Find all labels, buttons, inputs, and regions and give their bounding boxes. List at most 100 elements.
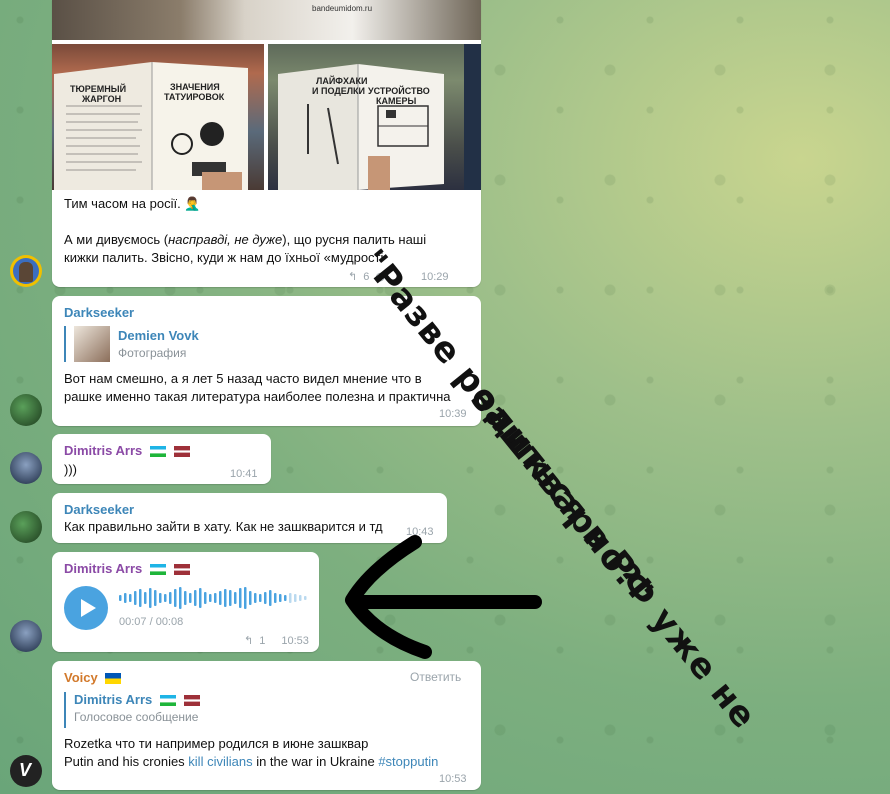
book-title-2: ЖАРГОН xyxy=(82,94,122,104)
sender-name[interactable]: Dimitris Arrs xyxy=(64,443,190,458)
waveform-bar xyxy=(224,589,227,607)
waveform-bar xyxy=(274,593,277,603)
waveform-bar xyxy=(209,594,212,602)
waveform-bar xyxy=(229,590,232,606)
message-text-line: Rozetka что ти например родился в июне з… xyxy=(64,736,369,751)
waveform-bar xyxy=(284,595,287,601)
waveform-bar xyxy=(279,594,282,602)
avatar[interactable]: V xyxy=(10,755,42,787)
message-text-line: кижки палить. Звісно, куди ж нам до їхнь… xyxy=(64,250,384,265)
waveform-bar xyxy=(239,588,242,608)
sender-name[interactable]: Darkseeker xyxy=(64,305,134,320)
waveform-bar xyxy=(184,591,187,605)
avatar[interactable] xyxy=(10,452,42,484)
waveform-bar xyxy=(169,592,172,604)
italic-text: насправді, не дуже xyxy=(168,232,283,247)
book-title-8: КАМЕРЫ xyxy=(376,96,417,106)
voice-duration: 00:07 / 00:08 xyxy=(119,616,184,628)
message-voice[interactable]: Dimitris Arrs 00:07 / 00:08 ↰ 1 10:53 xyxy=(52,552,319,652)
reply-author: Demien Vovk xyxy=(118,328,199,343)
uzbekistan-flag-icon xyxy=(159,695,176,707)
reply-author-label: Dimitris Arrs xyxy=(74,692,153,707)
avatar[interactable] xyxy=(10,511,42,543)
reply-author: Dimitris Arrs xyxy=(74,692,200,707)
hashtag-link[interactable]: #stopputin xyxy=(378,754,438,769)
text-part: in the war in Ukraine xyxy=(252,754,379,769)
message-album[interactable]: bandeumidom.ru ТЮРЕМНЫЙ ЖАРГОН ЗНАЧЕНИЯ … xyxy=(52,0,481,287)
reply-action-button[interactable]: Ответить xyxy=(410,670,461,684)
message-text-line: Putin and his cronies kill civilians in … xyxy=(64,752,438,772)
waveform-bar xyxy=(299,595,302,601)
waveform-bar xyxy=(289,593,292,603)
waveform-bar xyxy=(164,594,167,602)
waveform-bar xyxy=(264,592,267,604)
latvia-flag-icon xyxy=(183,695,200,707)
waveform-bar xyxy=(149,588,152,608)
waveform-bar xyxy=(134,591,137,605)
text-part: ), що русня палить наші xyxy=(282,232,427,247)
message-text-line: Вот нам смешно, а я лет 5 назад часто ви… xyxy=(64,371,422,386)
drawn-arrow-overlay xyxy=(345,535,542,659)
ukraine-flag-icon xyxy=(105,673,122,685)
sender-name[interactable]: Darkseeker xyxy=(64,502,134,517)
book-title-6: И ПОДЕЛКИ xyxy=(312,86,366,96)
message-time: 10:53 xyxy=(439,773,467,785)
waveform-bar xyxy=(204,592,207,604)
waveform-bar xyxy=(269,590,272,606)
book-illustration-left xyxy=(54,62,248,190)
waveform-bar xyxy=(194,590,197,606)
album-photo-right[interactable]: ЛАЙФХАКИ И ПОДЕЛКИ УСТРОЙСТВО КАМЕРЫ xyxy=(268,44,481,190)
sender-name[interactable]: Voicy xyxy=(64,670,122,685)
sender-name[interactable]: Dimitris Arrs xyxy=(64,561,190,576)
play-button[interactable] xyxy=(64,586,108,630)
waveform-bar xyxy=(119,595,122,601)
latvia-flag-icon xyxy=(173,446,190,458)
photo-banner-text: bandeumidom.ru xyxy=(312,4,373,13)
message-bot[interactable]: Voicy Ответить Dimitris Arrs Голосовое с… xyxy=(52,661,481,790)
book-illustration-right xyxy=(278,44,481,190)
waveform-bar xyxy=(249,591,252,605)
reply-subtitle: Фотография xyxy=(118,346,187,360)
waveform-bar xyxy=(174,589,177,607)
avatar[interactable] xyxy=(10,620,42,652)
voice-waveform[interactable] xyxy=(119,586,309,610)
book-title-5: ЛАЙФХАКИ xyxy=(316,76,368,86)
waveform-bar xyxy=(129,594,132,602)
sender-label: Voicy xyxy=(64,670,98,685)
album-photo-left[interactable]: ТЮРЕМНЫЙ ЖАРГОН ЗНАЧЕНИЯ ТАТУИРОВОК xyxy=(52,44,264,190)
waveform-bar xyxy=(294,594,297,602)
reply-arrow-icon[interactable]: ↰ xyxy=(244,634,253,647)
link-kill-civilians[interactable]: kill civilians xyxy=(188,754,252,769)
book-title-4: ТАТУИРОВОК xyxy=(164,92,225,102)
message-time: 10:41 xyxy=(230,468,258,480)
waveform-bar xyxy=(154,590,157,606)
latvia-flag-icon xyxy=(173,564,190,576)
waveform-bar xyxy=(199,588,202,608)
text-part: А ми дивуємось ( xyxy=(64,232,169,247)
message-text-line: А ми дивуємось (насправді, не дуже), що … xyxy=(64,230,426,250)
message-time: 10:53 xyxy=(281,634,309,647)
waveform-bar xyxy=(244,587,247,609)
waveform-bar xyxy=(259,594,262,602)
waveform-bar xyxy=(144,592,147,604)
waveform-bar xyxy=(219,591,222,605)
message-text-line: Тим часом на росії. 🤦‍♂️ xyxy=(64,196,201,211)
avatar[interactable] xyxy=(10,394,42,426)
album-photo-top[interactable]: bandeumidom.ru xyxy=(52,0,481,40)
avatar[interactable] xyxy=(10,255,42,287)
message-time: 10:29 xyxy=(420,270,449,283)
waveform-bar xyxy=(214,593,217,603)
message-text-line: ))) xyxy=(64,462,77,477)
sender-label: Dimitris Arrs xyxy=(64,443,143,458)
uzbekistan-flag-icon xyxy=(149,446,166,458)
message-text-line: рашке именно такая литература наиболее п… xyxy=(64,389,451,404)
book-title-3: ЗНАЧЕНИЯ xyxy=(170,82,220,92)
reply-quote[interactable]: Dimitris Arrs Голосовое сообщение xyxy=(64,692,200,728)
message-text[interactable]: Dimitris Arrs ))) 10:41 xyxy=(52,434,271,484)
waveform-bar xyxy=(139,589,142,607)
uzbekistan-flag-icon xyxy=(149,564,166,576)
waveform-bar xyxy=(124,593,127,603)
waveform-bar xyxy=(254,593,257,603)
waveform-bar xyxy=(189,593,192,603)
reply-quote[interactable]: Demien Vovk Фотография xyxy=(64,326,199,362)
